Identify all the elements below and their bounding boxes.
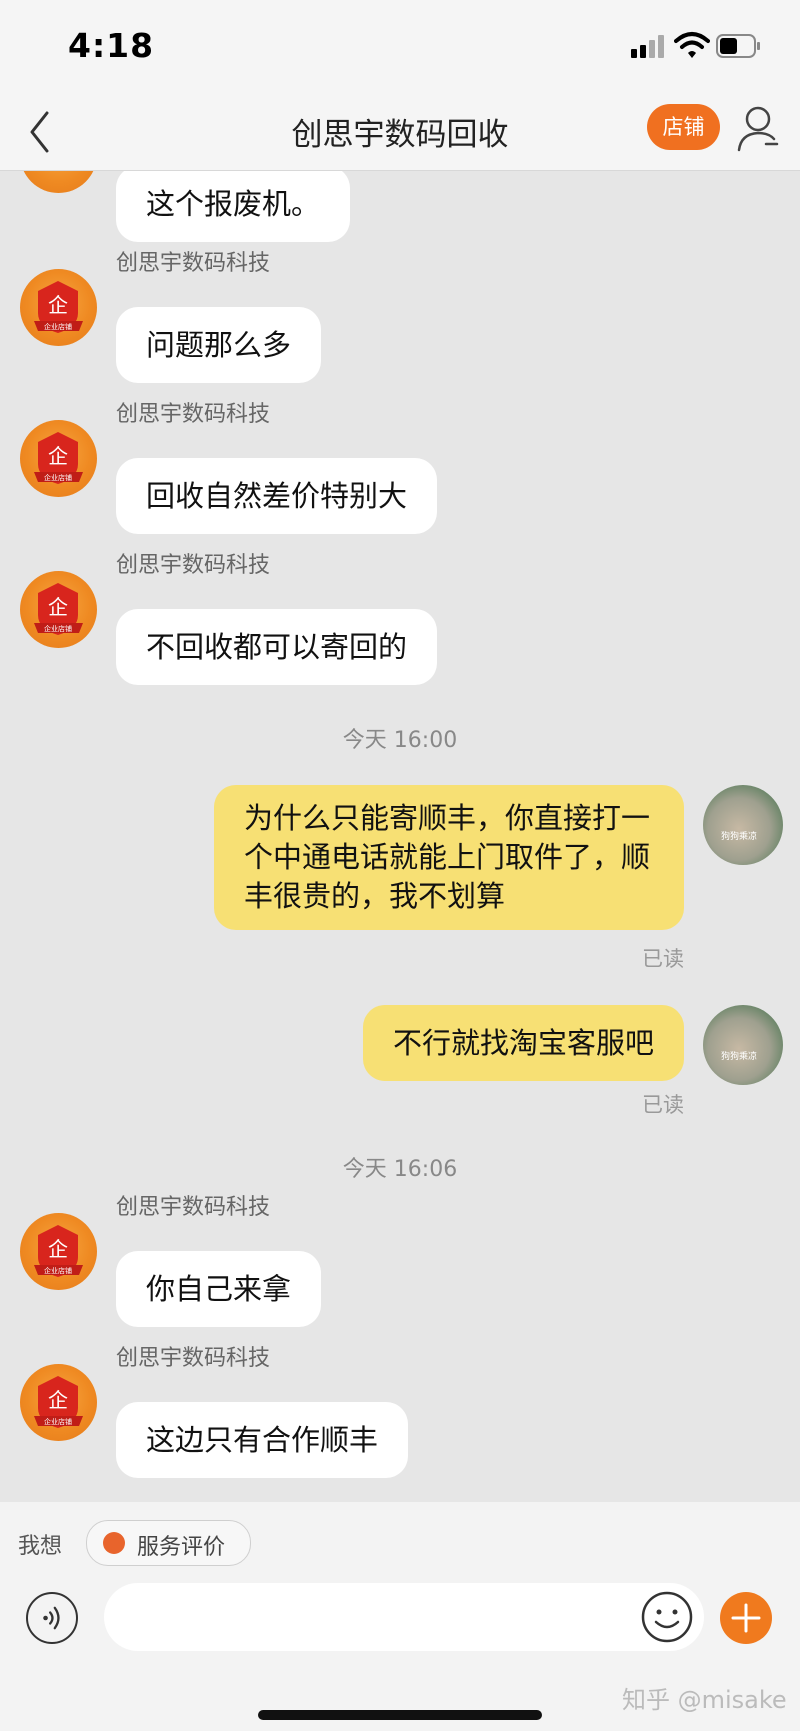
svg-text:企业店铺: 企业店铺 [44,322,72,331]
outgoing-message[interactable]: 为什么只能寄顺丰，你直接打一个中通电话就能上门取件了，顺丰很贵的，我不划算 [214,785,684,930]
message-input[interactable] [104,1583,704,1651]
voice-icon[interactable] [26,1592,78,1644]
emoji-icon[interactable] [640,1590,694,1644]
enterprise-shop-badge-icon: 企 企业店铺 [34,583,83,635]
shop-avatar[interactable]: 企 企业店铺 [20,571,97,648]
user-avatar[interactable]: 狗狗乘凉 [703,785,783,865]
read-receipt: 已读 [642,947,684,971]
svg-text:企业店铺: 企业店铺 [44,1417,72,1426]
svg-text:企: 企 [48,293,68,317]
status-time: 4:18 [68,26,155,65]
enterprise-shop-badge-icon: 企 企业店铺 [34,432,83,484]
svg-text:企: 企 [48,1237,68,1261]
cellular-signal-icon [631,34,667,58]
sender-name: 创思宇数码科技 [116,251,271,276]
sender-name: 创思宇数码科技 [116,1195,271,1220]
shop-avatar[interactable]: 企 企业店铺 [20,1213,97,1290]
avatar-caption: 狗狗乘凉 [721,1052,758,1062]
user-avatar[interactable]: 狗狗乘凉 [703,1005,783,1085]
sender-name: 创思宇数码科技 [116,402,271,427]
chat-messages[interactable]: 这个报废机。 企 企业店铺 创思宇数码科技 问题那么多 企 企业店铺 创思宇数码… [0,171,800,1501]
svg-text:企: 企 [48,595,68,619]
read-receipt: 已读 [642,1093,684,1117]
svg-text:企业店铺: 企业店铺 [44,473,72,482]
incoming-message[interactable]: 这边只有合作顺丰 [116,1402,409,1478]
enterprise-shop-badge-icon: 企 企业店铺 [34,281,83,333]
plus-icon[interactable] [720,1592,772,1644]
home-indicator [258,1710,542,1720]
suggest-label: 我想 [18,1534,63,1559]
service-rating-chip[interactable]: 服务评价 [86,1520,251,1566]
shop-avatar[interactable] [20,171,97,193]
enterprise-shop-badge-icon: 企 企业店铺 [34,1376,83,1428]
wifi-icon [674,32,710,58]
service-chip-label: 服务评价 [137,1535,226,1560]
incoming-message[interactable]: 你自己来拿 [116,1251,322,1327]
time-separator: 今天 16:00 [342,728,458,753]
svg-text:企业店铺: 企业店铺 [44,1266,72,1275]
avatar-caption: 狗狗乘凉 [721,832,758,842]
time-separator: 今天 16:06 [342,1157,458,1182]
incoming-message[interactable]: 问题那么多 [116,307,322,383]
outgoing-message[interactable]: 不行就找淘宝客服吧 [362,1005,684,1081]
input-bar: 知乎 @misake [0,1582,800,1731]
shop-button[interactable]: 店铺 [647,104,720,150]
incoming-message[interactable]: 不回收都可以寄回的 [116,609,438,685]
svg-text:企业店铺: 企业店铺 [44,624,72,633]
svg-text:企: 企 [48,444,68,468]
shop-avatar[interactable]: 企 企业店铺 [20,420,97,497]
user-icon[interactable] [736,104,780,154]
nav-bar: 创思宇数码回收 店铺 [0,95,800,171]
battery-icon [716,34,760,58]
svg-text:企: 企 [48,1388,68,1412]
enterprise-shop-badge-icon: 企 企业店铺 [34,1225,83,1277]
watermark: 知乎 @misake [622,1686,787,1714]
incoming-message[interactable]: 回收自然差价特别大 [116,458,438,534]
incoming-message[interactable]: 这个报废机。 [116,171,351,242]
rating-icon [103,1532,125,1554]
shop-avatar[interactable]: 企 企业店铺 [20,1364,97,1441]
shop-avatar[interactable]: 企 企业店铺 [20,269,97,346]
suggestion-bar: 我想 服务评价 [0,1502,800,1582]
sender-name: 创思宇数码科技 [116,1346,271,1371]
sender-name: 创思宇数码科技 [116,553,271,578]
status-bar: 4:18 [0,0,800,95]
